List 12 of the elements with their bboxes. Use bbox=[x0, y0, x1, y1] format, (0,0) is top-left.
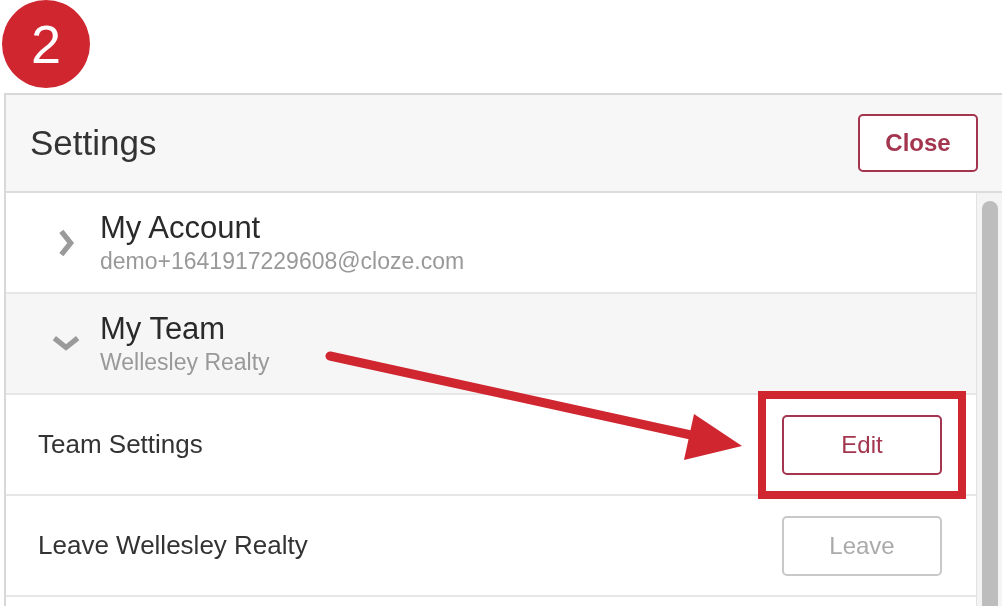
setting-label: Leave Wellesley Realty bbox=[38, 530, 308, 561]
section-title: My Account bbox=[100, 210, 262, 246]
section-header[interactable]: My Team Wellesley Realty bbox=[6, 294, 976, 395]
setting-button[interactable]: Edit bbox=[782, 414, 942, 475]
panel-title: Settings bbox=[30, 123, 157, 163]
section-subtitle: Wellesley Realty bbox=[100, 349, 270, 376]
scrollbar[interactable] bbox=[977, 193, 1002, 606]
close-button[interactable]: Close bbox=[858, 114, 978, 172]
step-badge: 2 bbox=[2, 0, 90, 88]
setting-label: Team Settings bbox=[38, 429, 203, 460]
section-title: My Team bbox=[100, 311, 227, 347]
section-subtitle: demo+1641917229608@cloze.com bbox=[100, 248, 465, 275]
